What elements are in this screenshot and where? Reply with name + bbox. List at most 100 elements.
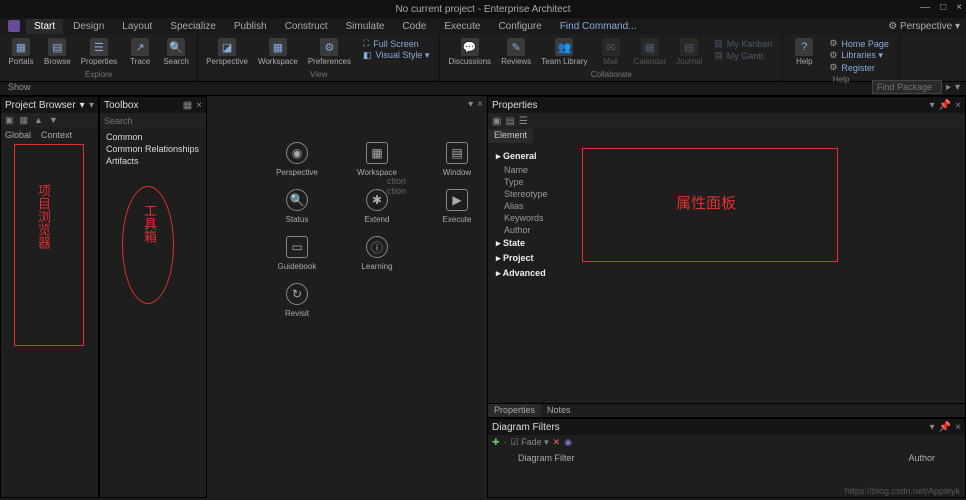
tab-construct[interactable]: Construct — [277, 19, 336, 34]
field-keywords[interactable]: Keywords — [496, 212, 957, 224]
minimize-icon[interactable]: — — [920, 2, 930, 13]
calendar-button[interactable]: ▦Calendar — [630, 36, 670, 68]
portal-learning[interactable]: ⓘLearning — [347, 236, 407, 271]
properties-button[interactable]: ☰Properties — [77, 36, 121, 68]
browser-toolbar: ▣ ▦ ▲ ▼ — [1, 113, 98, 127]
show-label[interactable]: Show — [8, 82, 31, 92]
maximize-icon[interactable]: □ — [940, 2, 946, 13]
pin-icon[interactable]: 📌 — [939, 422, 951, 433]
browse-button[interactable]: ▤Browse — [40, 36, 75, 68]
panel-header: Toolbox ▦ × — [100, 97, 206, 113]
group-general[interactable]: ▸ General — [496, 149, 957, 164]
tab-layout[interactable]: Layout — [114, 19, 160, 34]
perspective-button[interactable]: ◪Perspective — [202, 36, 252, 68]
journal-button[interactable]: ▤Journal — [672, 36, 706, 68]
find-command[interactable]: Find Command... — [552, 19, 645, 34]
dropdown-icon[interactable]: ▾ — [930, 422, 935, 433]
field-author[interactable]: Author — [496, 224, 957, 236]
preferences-button[interactable]: ⚙Preferences — [304, 36, 355, 68]
help-button[interactable]: ?Help — [787, 36, 821, 75]
portal-workspace[interactable]: ▦Workspace — [347, 142, 407, 177]
portal-execute[interactable]: ▶Execute — [427, 189, 487, 224]
register-link[interactable]: ⚙Register — [829, 62, 889, 73]
add-filter-icon[interactable]: ✚ — [492, 437, 500, 448]
group-advanced[interactable]: ▸ Advanced — [496, 266, 957, 281]
tab-publish[interactable]: Publish — [226, 19, 275, 34]
tab-configure[interactable]: Configure — [490, 19, 549, 34]
filter-mode[interactable]: ☑ Fade ▾ — [511, 437, 549, 448]
find-dropdown-icon[interactable]: ▾ — [955, 82, 960, 93]
trace-button[interactable]: ↗Trace — [123, 36, 157, 68]
tab-start[interactable]: Start — [26, 19, 63, 34]
field-type[interactable]: Type — [496, 176, 957, 188]
close-icon[interactable]: × — [477, 99, 483, 110]
toolbox-item-relationships[interactable]: Common Relationships — [106, 143, 200, 155]
search-button[interactable]: 🔍Search — [159, 36, 193, 68]
dropdown-icon[interactable]: ▾ — [930, 100, 935, 111]
filter-misc-icon[interactable]: ◉ — [564, 437, 572, 448]
tab-context[interactable]: Context — [37, 129, 76, 141]
col-diagram-filter[interactable]: Diagram Filter — [518, 453, 575, 463]
up-icon[interactable]: ▲ — [34, 115, 43, 125]
close-icon[interactable]: × — [956, 2, 962, 13]
home-page-link[interactable]: ⚙Home Page — [829, 38, 889, 49]
portal-status[interactable]: 🔍Status — [267, 189, 327, 224]
mail-button[interactable]: ✉Mail — [594, 36, 628, 68]
group-project[interactable]: ▸ Project — [496, 251, 957, 266]
tab-specialize[interactable]: Specialize — [162, 19, 224, 34]
visual-style-link[interactable]: ◧Visual Style ▾ — [363, 50, 429, 61]
discussions-button[interactable]: 💬Discussions — [444, 36, 495, 68]
portals-button[interactable]: ▦Portals — [4, 36, 38, 68]
group-state[interactable]: ▸ State — [496, 236, 957, 251]
perspective-selector[interactable]: ⚙ Perspective ▾ — [888, 21, 960, 32]
new-icon[interactable]: ▦ — [20, 115, 29, 126]
libraries-link[interactable]: ⚙Libraries ▾ — [829, 50, 889, 61]
portal-window[interactable]: ▤Window — [427, 142, 487, 177]
field-name[interactable]: Name — [496, 164, 957, 176]
close-icon[interactable]: × — [196, 100, 202, 111]
close-icon[interactable]: × — [955, 422, 961, 433]
pin-icon[interactable]: ▾ — [89, 100, 94, 111]
tab-element[interactable]: Element — [488, 129, 533, 143]
toolbox-menu-icon[interactable]: ▦ — [183, 100, 192, 111]
reviews-button[interactable]: ✎Reviews — [497, 36, 535, 68]
toolbox-item-common[interactable]: Common — [106, 131, 200, 143]
col-author[interactable]: Author — [908, 453, 935, 463]
team-library-button[interactable]: 👥Team Library — [537, 36, 591, 68]
tab-execute[interactable]: Execute — [436, 19, 488, 34]
gantt-link[interactable]: ▤My Gantt — [714, 50, 772, 61]
field-stereotype[interactable]: Stereotype — [496, 188, 957, 200]
toolbox-search-input[interactable] — [104, 116, 221, 126]
kanban-link[interactable]: ▥My Kanban — [714, 38, 772, 49]
portal-perspective[interactable]: ◉Perspective — [267, 142, 327, 177]
portal-revisit[interactable]: ↻Revisit — [267, 283, 327, 318]
app-logo-icon[interactable] — [8, 20, 20, 32]
pin-icon[interactable]: 📌 — [939, 100, 951, 111]
folder-icon[interactable]: ▣ — [5, 115, 14, 126]
search-icon: 🔍 — [167, 38, 185, 56]
down-icon[interactable]: ▼ — [49, 115, 58, 125]
fullscreen-icon: ⛶ — [363, 38, 369, 49]
fullscreen-link[interactable]: ⛶Full Screen — [363, 38, 429, 49]
portal-guidebook[interactable]: ▭Guidebook — [267, 236, 327, 271]
tab-design[interactable]: Design — [65, 19, 112, 34]
close-icon[interactable]: × — [955, 100, 961, 111]
find-package-input[interactable] — [872, 80, 942, 94]
tab-simulate[interactable]: Simulate — [338, 19, 393, 34]
delete-icon[interactable]: ✕ — [553, 437, 561, 448]
field-alias[interactable]: Alias — [496, 200, 957, 212]
props-btn3[interactable]: ☰ — [519, 116, 528, 127]
panel-title: Project Browser — [5, 100, 76, 111]
toolbox-item-artifacts[interactable]: Artifacts — [106, 155, 200, 167]
tab-code[interactable]: Code — [394, 19, 434, 34]
workspace-button[interactable]: ▦Workspace — [254, 36, 302, 68]
dropdown-icon[interactable]: ▾ — [468, 99, 473, 110]
tab-global[interactable]: Global — [1, 129, 35, 141]
dropdown-icon[interactable]: ▾ — [80, 100, 85, 111]
props-btn1[interactable]: ▣ — [492, 116, 501, 127]
find-go-icon[interactable]: ▸ — [946, 82, 951, 93]
tab-notes[interactable]: Notes — [541, 404, 577, 417]
style-icon: ◧ — [363, 50, 372, 61]
tab-properties[interactable]: Properties — [488, 404, 541, 417]
props-btn2[interactable]: ▤ — [505, 116, 514, 127]
